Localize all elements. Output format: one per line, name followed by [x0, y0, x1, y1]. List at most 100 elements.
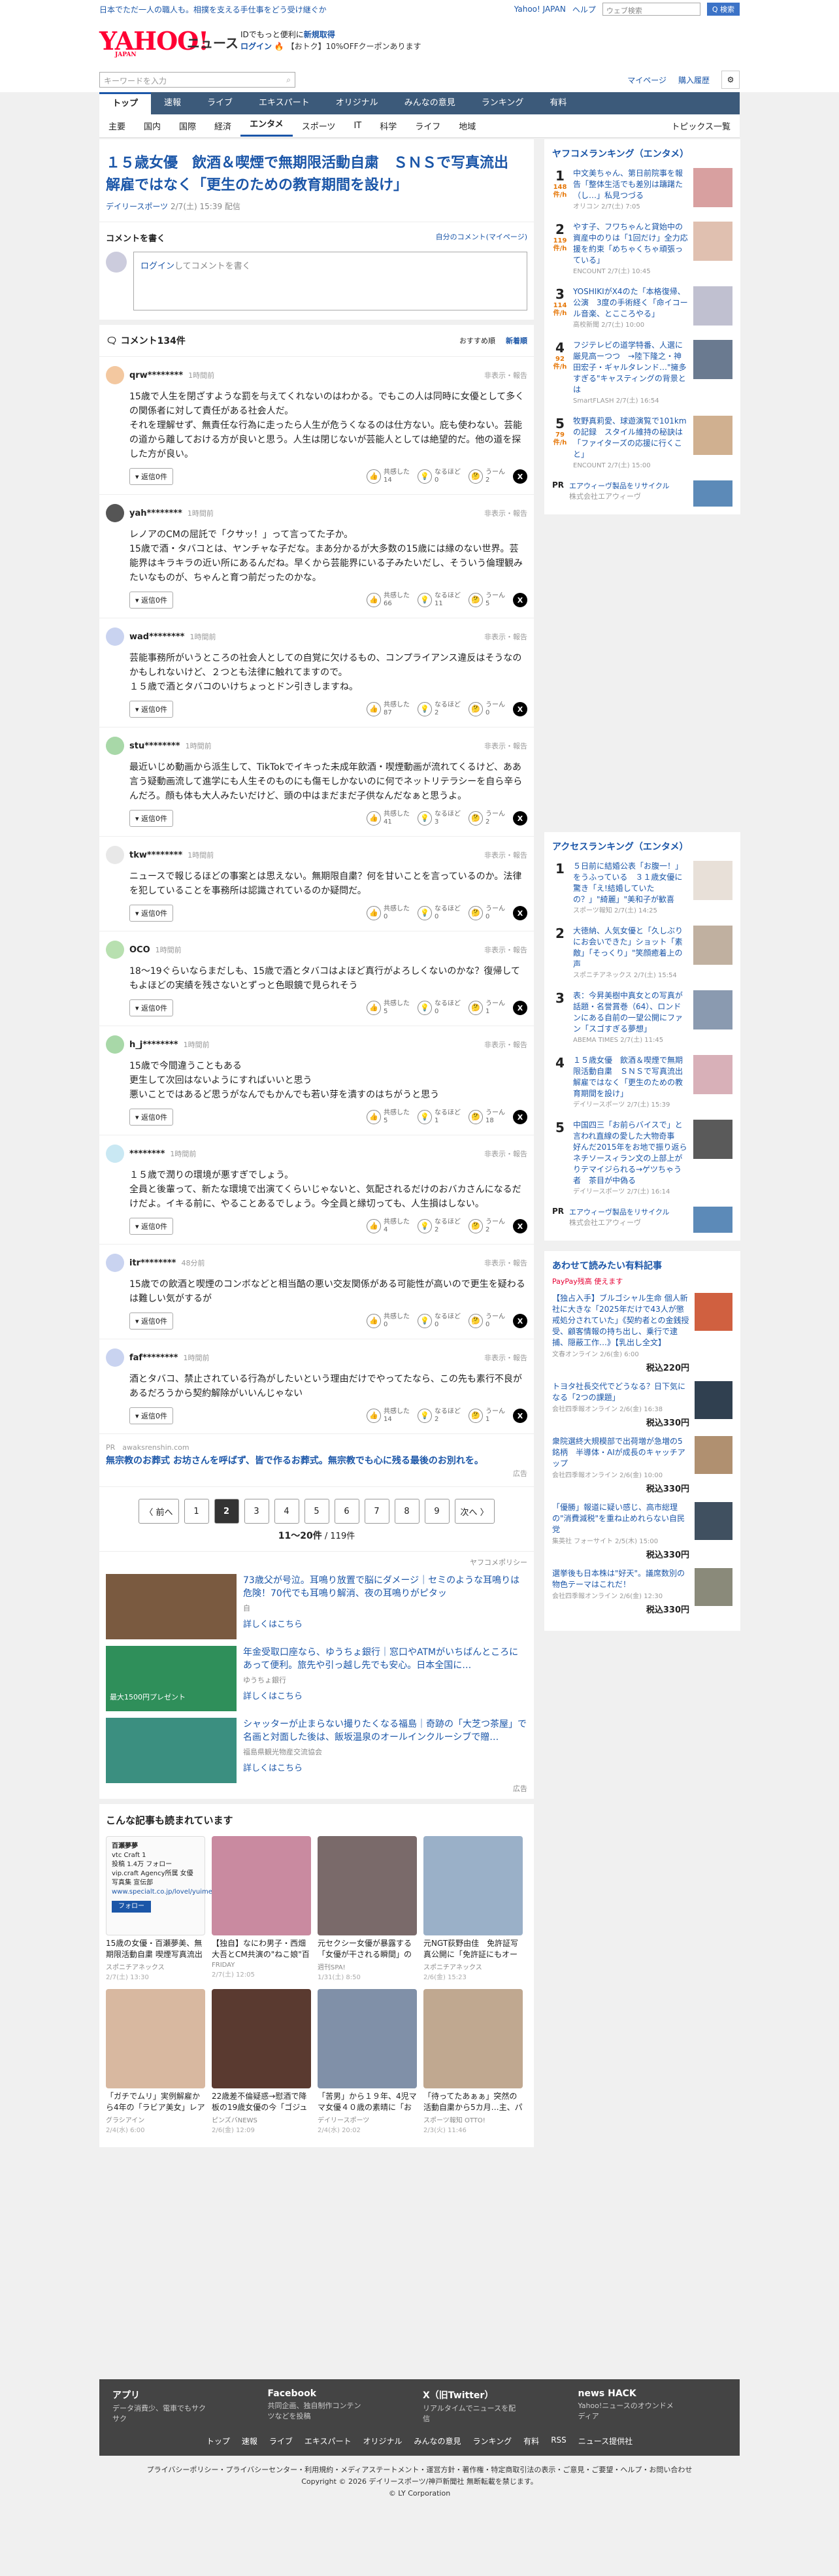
web-search-button[interactable]: Q 検索: [706, 3, 740, 16]
reaction-nrh-button[interactable]: 💡 なるほど 11: [418, 592, 461, 608]
page-8[interactable]: 8: [394, 1499, 420, 1524]
reaction-hmm-button[interactable]: 🤔 うーん 2: [469, 469, 505, 484]
reaction-hmm-button[interactable]: 🤔 うーん 2: [469, 811, 505, 826]
reaction-nrh-button[interactable]: 💡 なるほど 2: [418, 701, 461, 717]
footer-link[interactable]: みんなの意見: [414, 2435, 461, 2447]
tab-economy[interactable]: 経済: [205, 120, 240, 132]
tab-entertainment[interactable]: エンタメ: [240, 115, 293, 137]
comment-username[interactable]: yah********: [129, 509, 182, 518]
news-search-input[interactable]: キーワードを入力 ⌕: [99, 72, 295, 88]
report-link[interactable]: 非表示・報告: [484, 508, 527, 518]
paid-article-item[interactable]: 選挙後も日本株は"好天"。議席数別の物色テーマはこれだ！ 会社四季報オンライン 2…: [552, 1568, 732, 1615]
report-link[interactable]: 非表示・報告: [484, 1352, 527, 1363]
tab-domestic[interactable]: 国内: [135, 120, 170, 132]
reaction-like-button[interactable]: 👍 共感した 5: [367, 1109, 410, 1125]
x-share-icon[interactable]: X: [513, 1219, 527, 1233]
footer-link[interactable]: ライブ: [269, 2435, 293, 2447]
reaction-hmm-button[interactable]: 🤔 うーん 0: [469, 905, 505, 921]
sponsored-item[interactable]: シャッターが止まらない撮りたくなる福島｜奇跡の「大芝つ茶屋」で名画と対面した後は…: [106, 1718, 527, 1783]
footer-link[interactable]: ランキング: [473, 2435, 512, 2447]
nav-live[interactable]: ライブ: [194, 92, 246, 114]
tab-region[interactable]: 地域: [450, 120, 485, 132]
related-card[interactable]: 【独自】なにわ男子・西畑大吾とCM共演の"ねこ娘"百瀬夢夢が…FRIDAY2/7…: [212, 1836, 311, 1981]
reaction-like-button[interactable]: 👍 共感した 14: [367, 469, 410, 484]
access-ranking-item[interactable]: 3 表：今昇美樹中真女との写真が話題・名誉賞巻（64）、ロンドンにある自前の一望公…: [552, 990, 732, 1046]
yahoo-japan-link[interactable]: Yahoo! JAPAN: [514, 5, 566, 14]
related-card[interactable]: 元NGT荻野由佳 免許証写真公開に「免許証にもオーラが」「こん…スポニチアネック…: [423, 1836, 523, 1981]
avatar[interactable]: [106, 366, 124, 384]
report-link[interactable]: 非表示・報告: [484, 741, 527, 751]
reply-toggle-button[interactable]: ▾ 返信0件: [129, 701, 174, 718]
reaction-nrh-button[interactable]: 💡 なるほど 1: [418, 1109, 461, 1125]
footer-link[interactable]: エキスパート: [304, 2435, 352, 2447]
x-share-icon[interactable]: X: [513, 1314, 527, 1328]
reply-toggle-button[interactable]: ▾ 返信0件: [129, 592, 174, 609]
x-share-icon[interactable]: X: [513, 593, 527, 607]
page-3[interactable]: 3: [244, 1499, 269, 1524]
login-link[interactable]: ログイン: [140, 261, 174, 271]
legal-links[interactable]: プライバシーポリシー・プライバシーセンター・利用規約・メディアステートメント・運…: [99, 2464, 740, 2476]
related-card[interactable]: 22歳差不倫疑惑→慰酒で降板の19歳女優の今「ゴジュウジャー…ピンズバNEWS2…: [212, 1989, 311, 2134]
footer-link[interactable]: ニュース提供社: [578, 2435, 633, 2447]
search-icon[interactable]: ⌕: [286, 75, 291, 84]
reaction-hmm-button[interactable]: 🤔 うーん 1: [469, 1408, 505, 1424]
register-link[interactable]: 新規取得: [304, 30, 335, 39]
my-comments-link[interactable]: 自分のコメント(マイページ): [436, 231, 527, 244]
footer-newshack-link[interactable]: news HACK Yahoo!ニュースのオウンドメディア: [578, 2388, 727, 2424]
topics-list-link[interactable]: トピックス一覧: [662, 120, 740, 132]
footer-link[interactable]: トップ: [206, 2435, 230, 2447]
web-search-input[interactable]: ウェブ検索: [602, 3, 700, 16]
nav-ranking[interactable]: ランキング: [469, 92, 537, 114]
related-ad-card[interactable]: 百瀬夢夢 vtc Craft 1 投稿 1.4万 フォロー vip.craft Age…: [106, 1836, 212, 1981]
related-card[interactable]: 「苦男」から１９年、4児ママ女優４０歳の素晴に「お人形さん…デイリースポーツ2/…: [318, 1989, 417, 2134]
reaction-nrh-button[interactable]: 💡 なるほど 0: [418, 1313, 461, 1329]
reply-toggle-button[interactable]: ▾ 返信0件: [129, 1218, 174, 1235]
tab-international[interactable]: 国際: [170, 120, 205, 132]
comment-username[interactable]: faf********: [129, 1353, 178, 1363]
avatar[interactable]: [106, 504, 124, 522]
pr-item[interactable]: PR エアウィーヴ製品をリサイクル 株式会社エアウィーヴ: [552, 1207, 732, 1233]
tab-sports[interactable]: スポーツ: [293, 120, 345, 132]
ranking-item[interactable]: 2 119 件/h やす子、フワちゃんと貸始中の資産中のりは「1回だけ」全力応援を約束…: [552, 222, 732, 277]
pr-item[interactable]: PR エアウィーヴ製品をリサイクル 株式会社エアウィーヴ: [552, 480, 732, 507]
x-share-icon[interactable]: X: [513, 906, 527, 920]
reply-toggle-button[interactable]: ▾ 返信0件: [129, 468, 174, 485]
footer-app-link[interactable]: アプリ データ消費少、電車でもサクサク: [112, 2388, 261, 2424]
reply-toggle-button[interactable]: ▾ 返信0件: [129, 999, 174, 1016]
reaction-hmm-button[interactable]: 🤔 うーん 0: [469, 701, 505, 717]
page-2[interactable]: 2: [214, 1499, 239, 1524]
ranking-item[interactable]: 1 148 件/h 中文美ちゃん、第日前院事を報告「整体生活でも差別は躊躇た（し…」私…: [552, 168, 732, 212]
footer-link[interactable]: オリジナル: [363, 2435, 403, 2447]
ranking-item[interactable]: 5 79 件/h 牧野真莉愛、球遊演覧で101kmの記録 スタイル維持の秘訣は「ファイ…: [552, 416, 732, 471]
report-link[interactable]: 非表示・報告: [484, 631, 527, 642]
tab-life[interactable]: ライフ: [406, 120, 450, 132]
comment-username[interactable]: stu********: [129, 741, 180, 751]
comment-textarea[interactable]: ログインしてコメントを書く: [133, 252, 527, 310]
reaction-nrh-button[interactable]: 💡 なるほど 0: [418, 1000, 461, 1016]
x-share-icon[interactable]: X: [513, 469, 527, 484]
access-ranking-item[interactable]: 5 中国四三「お前らバイスで」と言われ直線の愛した大物奇事 好んだ2015年をお地…: [552, 1120, 732, 1197]
purchase-history-link[interactable]: 購入履歴: [678, 75, 710, 86]
avatar[interactable]: [106, 846, 124, 864]
reaction-like-button[interactable]: 👍 共感した 66: [367, 592, 410, 608]
promo-link[interactable]: 日本でただ一人の職人も。相撲を支える手仕事をどう受け継ぐか: [99, 4, 327, 15]
article-source[interactable]: デイリースポーツ: [106, 202, 168, 211]
reaction-nrh-button[interactable]: 💡 なるほど 2: [418, 1408, 461, 1424]
comment-username[interactable]: itr********: [129, 1258, 176, 1268]
login-link[interactable]: ログイン: [240, 42, 272, 51]
avatar[interactable]: [106, 1348, 124, 1367]
nav-breaking[interactable]: 速報: [151, 92, 194, 114]
tab-it[interactable]: IT: [344, 121, 370, 131]
page-7[interactable]: 7: [364, 1499, 389, 1524]
comment-ad[interactable]: PR awaksrenshin.com 無宗教のお葬式 お坊さんを呼ばず、皆で作…: [99, 1434, 534, 1487]
nav-top[interactable]: トップ: [99, 92, 152, 114]
comment-username[interactable]: qrw********: [129, 371, 183, 380]
related-card[interactable]: 元セクシー女優が暴露する「女優が干される瞬間」のリアル。簡…週刊SPA!1/31…: [318, 1836, 417, 1981]
help-link[interactable]: ヘルプ: [572, 4, 596, 15]
reaction-like-button[interactable]: 👍 共感した 0: [367, 905, 410, 921]
sponsored-item[interactable]: 73歳父が号泣。耳鳴り放置で脳にダメージ｜セミのような耳鳴りは危険！70代でも耳…: [106, 1574, 527, 1639]
page-5[interactable]: 5: [304, 1499, 329, 1524]
access-ranking-item[interactable]: 2 大徳納、人気女優と「久しぶりにお会いできた」ショット「素敵」「そっくり」"笑顔…: [552, 926, 732, 981]
avatar[interactable]: [106, 1254, 124, 1272]
x-share-icon[interactable]: X: [513, 811, 527, 826]
